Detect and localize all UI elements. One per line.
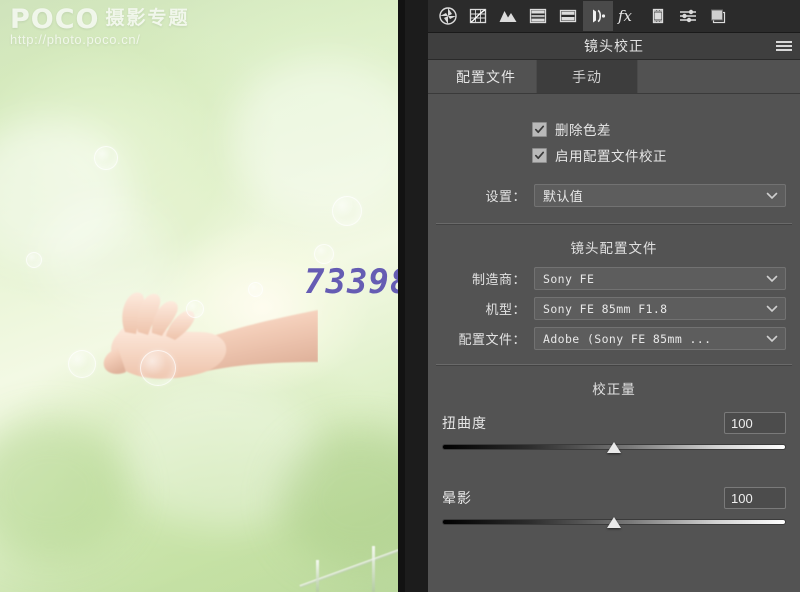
model-value: Sony FE 85mm F1.8 [543,301,668,316]
lens-profile-fields: 制造商： Sony FE 机型： Sony FE 85mm F1.8 配置文件： [428,267,800,350]
settings-label: 设置： [485,189,526,204]
tone-curve-icon[interactable] [463,1,493,31]
panel-left-divider [405,0,428,592]
checkbox-box[interactable] [532,147,547,163]
slider-value-field[interactable]: 100 [724,487,786,509]
slider-value-field[interactable]: 100 [724,412,786,434]
slider-thumb[interactable] [607,442,621,453]
hand-illustration [103,292,318,379]
panel-content: 删除色差 启用配置文件校正 设置： 默认值 镜头配置文件 制造商： Sony F… [428,94,800,532]
model-row: 机型： Sony FE 85mm F1.8 [442,297,786,320]
railing-bar [372,546,375,592]
snapshots-icon[interactable] [703,1,733,31]
presets-sliders-icon[interactable] [673,1,703,31]
hamburger-menu-icon[interactable] [776,39,792,53]
watermark-brand-cn: 摄影专题 [105,7,190,29]
bokeh-blob [230,60,398,220]
slider-label: 晕影 [442,490,472,506]
bokeh-blob [40,200,170,310]
slider-track-area[interactable] [442,516,786,530]
checkbox-group: 删除色差 启用配置文件校正 [428,94,800,184]
correction-amount-section-title: 校正量 [592,382,636,397]
panel-tabs: 配置文件 手动 [428,60,800,94]
panel-header: 镜头校正 [428,33,800,60]
photo-image[interactable]: POCO摄影专题 http://photo.poco.cn/ 733981 [0,0,398,592]
bokeh-blob [0,420,130,560]
model-label: 机型： [485,302,526,317]
watermark-url: http://photo.poco.cn/ [10,32,141,47]
photo-preview-area[interactable]: POCO摄影专题 http://photo.poco.cn/ 733981 [0,0,405,592]
detail-sharpen-icon[interactable] [493,1,523,31]
slider-label: 扭曲度 [442,415,487,431]
railing-bar [316,560,319,592]
bokeh-blob [120,380,320,530]
bubble [186,300,204,318]
make-select[interactable]: Sony FE [534,267,786,290]
slider-thumb[interactable] [607,517,621,528]
lens-correction-icon[interactable] [583,1,613,31]
effects-fx-icon[interactable]: fx [613,1,643,31]
bubble [94,146,118,170]
page-title: 镜头校正 [584,38,644,54]
checkbox-remove-chromatic-aberration[interactable]: 删除色差 [532,116,800,142]
tab-manual[interactable]: 手动 [537,60,638,93]
lens-correction-panel: fx 镜头校正 配置文件 手动 删除色差 启用配置文件校正 设置： 默认值 镜头… [428,0,800,592]
settings-value: 默认值 [543,189,584,204]
railing-bar [299,547,398,588]
checkbox-box[interactable] [532,121,547,137]
bubble [26,252,42,268]
slider-distortion: 扭曲度 100 [442,408,786,457]
camera-calibration-icon[interactable] [643,1,673,31]
model-select[interactable]: Sony FE 85mm F1.8 [534,297,786,320]
bokeh-blob [0,120,130,270]
settings-select[interactable]: 默认值 [534,184,786,207]
slider-track-area[interactable] [442,441,786,455]
profile-select[interactable]: Adobe (Sony FE 85mm ... [534,327,786,350]
hsl-grayscale-icon[interactable] [523,1,553,31]
profile-label: 配置文件： [458,332,526,347]
profile-value: Adobe (Sony FE 85mm ... [543,331,712,346]
split-toning-icon[interactable] [553,1,583,31]
svg-text:fx: fx [617,7,633,25]
checkbox-label: 启用配置文件校正 [555,149,667,164]
bokeh-blob [280,430,398,570]
watermark-number: 733981 [304,262,398,302]
chevron-down-icon [766,192,778,199]
bubble [68,350,96,378]
chevron-down-icon [766,305,778,312]
checkbox-enable-profile-corrections[interactable]: 启用配置文件校正 [532,142,800,168]
lens-profile-section-title: 镜头配置文件 [570,241,658,256]
watermark-poco: POCO 摄影专题 http://photo.poco.cn/ [10,4,190,47]
settings-row: 设置： 默认值 [442,184,786,207]
profile-row: 配置文件： Adobe (Sony FE 85mm ... [442,327,786,350]
bubble [314,244,334,264]
correction-sliders: 扭曲度 100 晕影 100 [428,408,800,532]
make-label: 制造商： [471,272,526,287]
bubble [140,350,176,386]
chevron-down-icon [766,275,778,282]
tab-filler [638,60,800,93]
bubble [248,282,263,297]
chevron-down-icon [766,335,778,342]
slider-header: 扭曲度 100 [442,412,786,434]
checkbox-label: 删除色差 [555,123,611,138]
photo-right-gutter [398,0,405,592]
slider-header: 晕影 100 [442,487,786,509]
develop-module-toolbar: fx [428,0,800,33]
watermark-brand: POCO [10,4,100,35]
tab-profile[interactable]: 配置文件 [436,60,537,93]
make-value: Sony FE [543,271,595,286]
make-row: 制造商： Sony FE [442,267,786,290]
basic-adjust-icon[interactable] [433,1,463,31]
settings-section: 设置： 默认值 [428,184,800,207]
bubble [332,196,362,226]
lightroom-develop-window: POCO摄影专题 http://photo.poco.cn/ 733981 [0,0,800,592]
slider-vignetting: 晕影 100 [442,483,786,532]
